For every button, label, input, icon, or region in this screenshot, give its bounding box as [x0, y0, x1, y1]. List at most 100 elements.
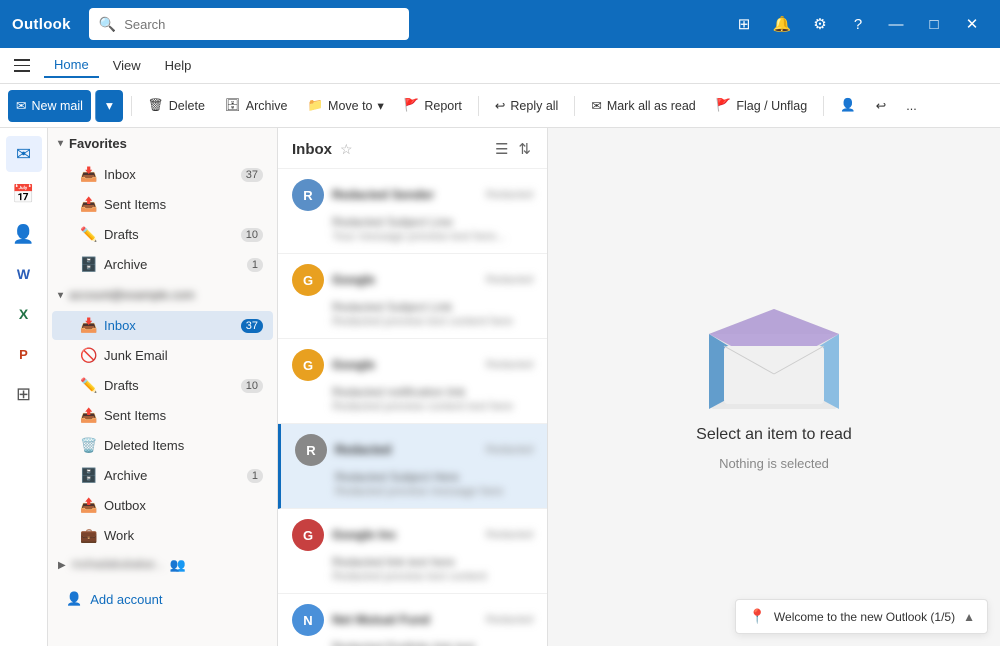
minimize-button[interactable]: —	[880, 8, 912, 40]
welcome-bar[interactable]: 📍 Welcome to the new Outlook (1/5) ▲	[735, 599, 988, 634]
avatar: R	[295, 434, 327, 466]
sidebar-item-archive[interactable]: 🗄️ Archive 1	[52, 461, 273, 490]
excel-nav-icon[interactable]: X	[6, 296, 42, 332]
delete-button[interactable]: 🗑 Delete	[140, 90, 213, 122]
undo-icon: ↩	[876, 98, 886, 113]
separator-1	[131, 96, 132, 116]
report-button[interactable]: 🚩 Report	[396, 90, 470, 122]
email-time: Redacted	[486, 614, 533, 626]
help-icon-button[interactable]: ?	[842, 8, 874, 40]
email-list: Inbox ☆ ☰ ⇅ R Redacted Sender Redacted R…	[278, 128, 548, 646]
powerpoint-nav-icon[interactable]: P	[6, 336, 42, 372]
email-list-item[interactable]: G Google Redacted Redacted notification …	[278, 339, 547, 424]
new-mail-button[interactable]: ✉ New mail	[8, 90, 91, 122]
sidebar-item-inbox[interactable]: 📥 Inbox 37	[52, 311, 273, 340]
email-sender: Redacted Sender	[332, 188, 478, 202]
sidebar-item-archive-fav[interactable]: 🗄️ Archive 1	[52, 250, 273, 279]
bell-icon-button[interactable]: 🔔	[766, 8, 798, 40]
drafts-icon: ✏️	[80, 377, 96, 394]
search-box[interactable]: 🔍	[89, 8, 409, 40]
email-time: Redacted	[486, 359, 533, 371]
undo-button[interactable]: ↩	[868, 90, 894, 122]
immersive-reader-button[interactable]: 👤	[832, 90, 864, 122]
add-account-label: Add account	[90, 592, 162, 607]
apps-nav-icon[interactable]: ⊞	[6, 376, 42, 412]
email-subject: Redacted Subject Link	[292, 300, 533, 314]
email-time: Redacted	[486, 274, 533, 286]
app-logo: Outlook	[12, 16, 71, 33]
welcome-chevron-icon[interactable]: ▲	[963, 610, 975, 624]
avatar: G	[292, 264, 324, 296]
new-mail-dropdown[interactable]: ▾	[95, 90, 123, 122]
more-button[interactable]: ...	[898, 90, 924, 122]
sidebar-item-outbox[interactable]: 📤 Outbox	[52, 491, 273, 520]
work-icon: 💼	[80, 527, 96, 544]
sidebar-item-sent[interactable]: 📤 Sent Items	[52, 401, 273, 430]
word-nav-icon[interactable]: W	[6, 256, 42, 292]
menu-help[interactable]: Help	[155, 54, 202, 77]
outbox-icon: 📤	[80, 497, 96, 514]
search-input[interactable]	[124, 17, 399, 32]
email-sort-icon[interactable]: ⇅	[516, 138, 533, 160]
toolbar: ✉ New mail ▾ 🗑 Delete 🗄 Archive 📁 Move t…	[0, 84, 1000, 128]
menubar: Home View Help	[0, 48, 1000, 84]
add-account-button[interactable]: 👤 Add account	[52, 583, 273, 615]
avatar: G	[292, 519, 324, 551]
email-time: Redacted	[486, 444, 533, 456]
report-icon: 🚩	[404, 98, 420, 113]
welcome-icon: 📍	[748, 608, 765, 625]
sidebar-item-sent-fav[interactable]: 📤 Sent Items	[52, 190, 273, 219]
email-list-header: Inbox ☆ ☰ ⇅	[278, 128, 547, 169]
second-account-chevron-icon: ▶	[58, 560, 66, 571]
favorites-label: Favorites	[69, 136, 127, 151]
drafts-fav-icon: ✏️	[80, 226, 96, 243]
favorites-section-header[interactable]: ▾ Favorites	[48, 128, 277, 159]
settings-icon-button[interactable]: ⚙	[804, 8, 836, 40]
sidebar-item-deleted[interactable]: 🗑️ Deleted Items	[52, 431, 273, 460]
reading-pane-subtitle: Nothing is selected	[719, 456, 829, 471]
account-section-header[interactable]: ▾ account@example.com	[48, 280, 277, 310]
move-to-button[interactable]: 📁 Move to ▾	[299, 90, 391, 122]
maximize-button[interactable]: □	[918, 8, 950, 40]
sidebar-item-inbox-fav[interactable]: 📥 Inbox 37	[52, 160, 273, 189]
sidebar-item-junk[interactable]: 🚫 Junk Email	[52, 341, 273, 370]
close-button[interactable]: ✕	[956, 8, 988, 40]
more-icon: ...	[906, 99, 916, 113]
flag-unflag-button[interactable]: 🚩 Flag / Unflag	[708, 90, 815, 122]
sidebar-item-drafts[interactable]: ✏️ Drafts 10	[52, 371, 273, 400]
archive-button[interactable]: 🗄 Archive	[217, 90, 296, 122]
archive-fav-icon: 🗄️	[80, 256, 96, 273]
reply-all-button[interactable]: ↩ Reply all	[487, 90, 566, 122]
email-list-item[interactable]: G Google Redacted Redacted Subject Link …	[278, 254, 547, 339]
new-mail-icon: ✉	[16, 98, 26, 113]
email-list-item[interactable]: G Google Inc Redacted Redacted link text…	[278, 509, 547, 594]
menu-home[interactable]: Home	[44, 53, 99, 78]
welcome-text: Welcome to the new Outlook (1/5)	[774, 610, 955, 624]
email-subject: Redacted notification link	[292, 385, 533, 399]
email-list-scroll[interactable]: R Redacted Sender Redacted Redacted Subj…	[278, 169, 547, 646]
hamburger-menu-button[interactable]	[8, 52, 36, 80]
inbox-icon: 📥	[80, 317, 96, 334]
mark-all-read-button[interactable]: ✉ Mark all as read	[583, 90, 703, 122]
delete-icon: 🗑	[148, 98, 164, 113]
email-list-item[interactable]: R Redacted Redacted Redacted Subject Her…	[278, 424, 547, 509]
menu-view[interactable]: View	[103, 54, 151, 77]
calendar-nav-icon[interactable]: 📅	[6, 176, 42, 212]
reading-pane-empty: Select an item to read Nothing is select…	[696, 304, 852, 471]
apps-icon-button[interactable]: ⊞	[728, 8, 760, 40]
favorites-chevron-icon: ▾	[58, 138, 63, 149]
reading-pane: Select an item to read Nothing is select…	[548, 128, 1000, 646]
avatar: R	[292, 179, 324, 211]
email-filter-icon[interactable]: ☰	[493, 138, 510, 160]
email-sender: Redacted	[335, 443, 478, 457]
email-list-item[interactable]: R Redacted Sender Redacted Redacted Subj…	[278, 169, 547, 254]
second-account-header[interactable]: ▶ mohadabubakar... 👥	[48, 551, 277, 579]
sidebar-item-drafts-fav[interactable]: ✏️ Drafts 10	[52, 220, 273, 249]
email-list-item[interactable]: N Net Mutual Fund Redacted Redacted Port…	[278, 594, 547, 646]
mail-nav-icon[interactable]: ✉	[6, 136, 42, 172]
flag-icon: 🚩	[716, 98, 732, 113]
sidebar-item-work[interactable]: 💼 Work	[52, 521, 273, 550]
second-account-email: mohadabubakar...	[72, 559, 164, 571]
inbox-star-icon[interactable]: ☆	[340, 141, 353, 158]
people-nav-icon[interactable]: 👤	[6, 216, 42, 252]
